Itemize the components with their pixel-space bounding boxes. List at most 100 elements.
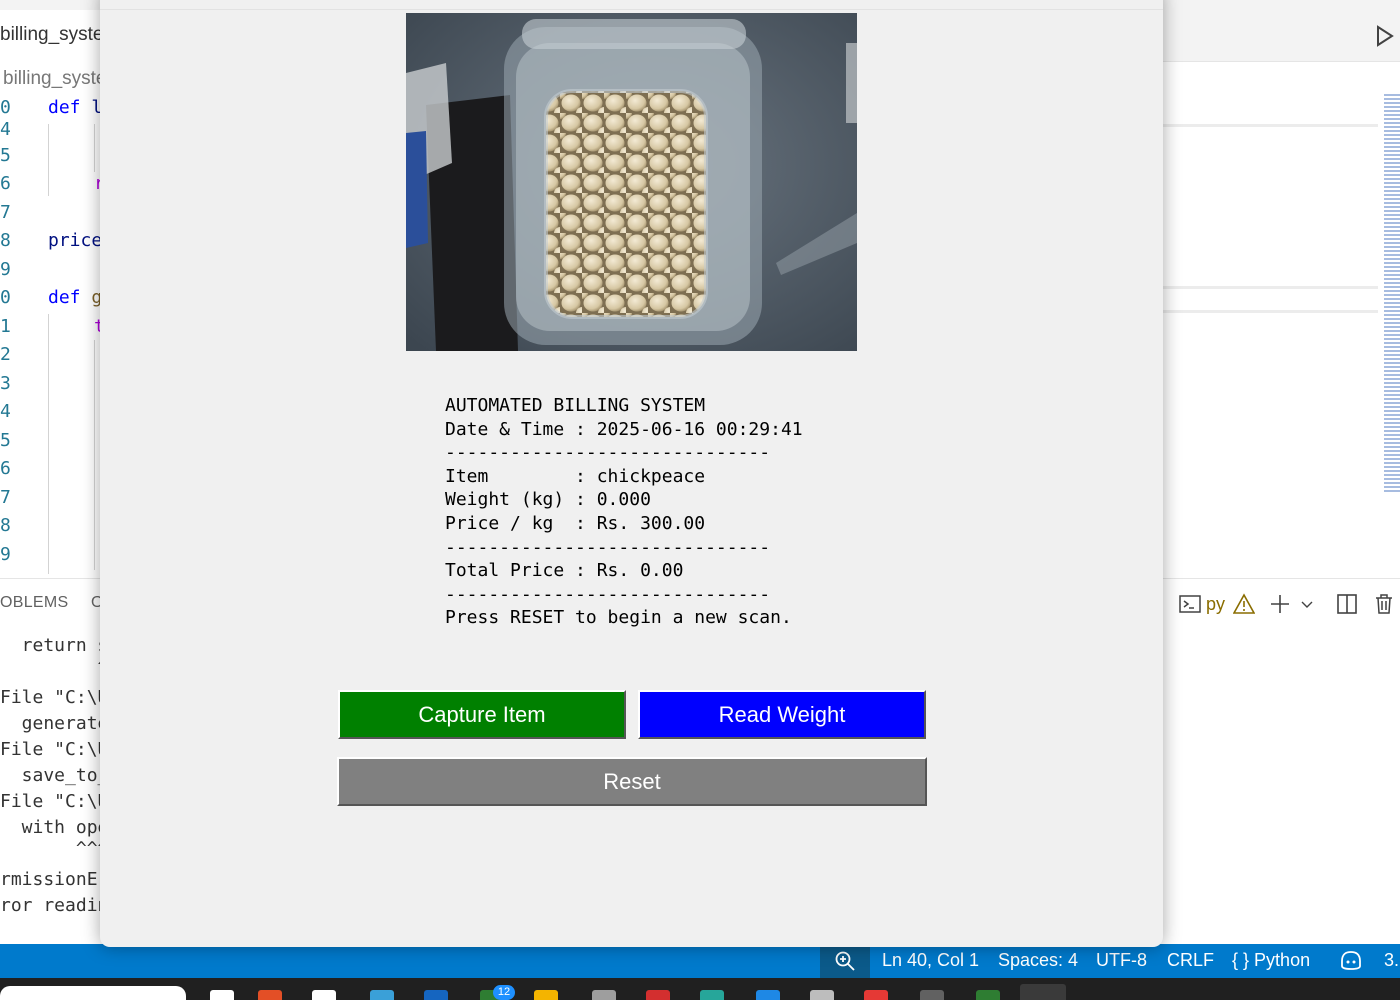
notification-badge: 12 bbox=[493, 985, 515, 1000]
braces-icon: { } bbox=[1232, 950, 1250, 970]
receipt-footer: Press RESET to begin a new scan. bbox=[445, 607, 792, 629]
encoding-status[interactable]: UTF-8 bbox=[1096, 950, 1147, 971]
line-number: 1 bbox=[0, 315, 11, 337]
code-line: t bbox=[48, 313, 105, 342]
terminal-line: File "C:\U bbox=[0, 791, 109, 812]
code-line: price bbox=[48, 227, 105, 256]
zoom-status[interactable] bbox=[820, 944, 870, 978]
keyword: def bbox=[48, 287, 92, 308]
receipt-separator: ------------------------------ bbox=[445, 536, 771, 558]
terminal-line: File "C:\U bbox=[0, 687, 109, 708]
vscode-icon[interactable] bbox=[756, 990, 780, 1000]
taskbar bbox=[0, 978, 1400, 1000]
app-icon[interactable] bbox=[312, 990, 336, 1000]
receipt-title: AUTOMATED BILLING SYSTEM bbox=[445, 395, 706, 416]
receipt-separator: ------------------------------ bbox=[445, 442, 771, 464]
identifier: price bbox=[48, 230, 103, 251]
code-line: def g bbox=[48, 284, 105, 313]
indent-guide bbox=[94, 340, 95, 570]
line-number: 6 bbox=[0, 173, 11, 194]
line-number: 6 bbox=[0, 458, 11, 479]
window-title-strip bbox=[100, 0, 1163, 10]
indent-guide bbox=[48, 124, 49, 196]
taskbar-search[interactable] bbox=[0, 986, 186, 1000]
terminal-line: ^ bbox=[0, 656, 109, 677]
chickpea-container-photo bbox=[406, 13, 857, 351]
line-number: 7 bbox=[0, 486, 11, 508]
code-line: def l bbox=[48, 94, 105, 123]
chevron-down-icon[interactable] bbox=[1301, 593, 1313, 615]
trash-icon[interactable] bbox=[1373, 593, 1395, 615]
capture-item-button[interactable]: Capture Item bbox=[338, 690, 626, 739]
line-number-gutter: 0 4 5 6 7 8 9 0 1 2 3 4 5 6 7 8 9 bbox=[0, 94, 11, 569]
editor-highlight-line bbox=[1163, 286, 1378, 289]
app-icon[interactable] bbox=[370, 990, 394, 1000]
panel-toolbar: py bbox=[1178, 590, 1395, 618]
line-number: 2 bbox=[0, 344, 11, 365]
terminal-line: ror readin bbox=[0, 895, 109, 916]
app-icon[interactable] bbox=[920, 990, 944, 1000]
folder-icon[interactable] bbox=[534, 990, 558, 1000]
language-mode[interactable]: { } Python bbox=[1232, 950, 1310, 971]
line-number: 0 bbox=[0, 287, 11, 308]
warning-icon[interactable] bbox=[1233, 593, 1256, 615]
line-number: 8 bbox=[0, 230, 11, 251]
receipt-datetime: Date & Time : 2025-06-16 00:29:41 bbox=[445, 418, 803, 440]
indent-guide bbox=[48, 314, 49, 574]
line-number: 4 bbox=[0, 401, 11, 422]
identifier: t bbox=[48, 316, 105, 337]
identifier: r bbox=[48, 173, 105, 194]
split-terminal-icon[interactable] bbox=[1335, 593, 1359, 615]
receipt-item: Item : chickpeace bbox=[445, 465, 706, 487]
read-weight-button[interactable]: Read Weight bbox=[638, 690, 926, 739]
zoom-icon bbox=[835, 951, 855, 971]
bill-receipt: AUTOMATED BILLING SYSTEM Date & Time : 2… bbox=[445, 394, 803, 630]
terminal-line: generate bbox=[0, 713, 109, 734]
line-number: 5 bbox=[0, 429, 11, 451]
editor-highlight-line bbox=[1163, 310, 1378, 313]
eol-status[interactable]: CRLF bbox=[1167, 950, 1214, 971]
run-icon[interactable] bbox=[1374, 24, 1396, 48]
terminal-output[interactable]: return s ^ File "C:\U generate File "C:\… bbox=[0, 633, 108, 919]
active-app-icon[interactable] bbox=[1020, 984, 1066, 1000]
line-number: 3 bbox=[0, 372, 11, 394]
app-icon[interactable] bbox=[700, 990, 724, 1000]
app-icon[interactable] bbox=[424, 990, 448, 1000]
add-terminal-icon[interactable] bbox=[1269, 593, 1293, 615]
line-number: 7 bbox=[0, 201, 11, 223]
indentation-status[interactable]: Spaces: 4 bbox=[998, 950, 1078, 971]
minimap[interactable] bbox=[1384, 94, 1400, 494]
editor-tab[interactable]: billing_system bbox=[0, 10, 100, 62]
line-number: 4 bbox=[0, 118, 11, 140]
line-number: 8 bbox=[0, 515, 11, 536]
app-icon[interactable] bbox=[646, 990, 670, 1000]
terminal-selector[interactable]: py bbox=[1178, 593, 1225, 615]
receipt-price-per-kg: Price / kg : Rs. 300.00 bbox=[445, 512, 706, 534]
copilot-icon[interactable] bbox=[1339, 949, 1363, 971]
app-icon[interactable] bbox=[976, 990, 1000, 1000]
app-icon[interactable] bbox=[258, 990, 282, 1000]
cursor-position[interactable]: Ln 40, Col 1 bbox=[882, 950, 979, 971]
status-bar: Ln 40, Col 1 Spaces: 4 UTF-8 CRLF { } Py… bbox=[0, 944, 1400, 978]
app-icon[interactable] bbox=[810, 990, 834, 1000]
terminal-line: save_to_ bbox=[0, 765, 109, 786]
app-icon[interactable] bbox=[210, 990, 234, 1000]
app-icon[interactable] bbox=[592, 990, 616, 1000]
code-editor[interactable]: def l r price def g t bbox=[48, 94, 105, 341]
app-icon[interactable] bbox=[864, 990, 888, 1000]
terminal-line: rmissionEr bbox=[0, 869, 109, 890]
reset-button[interactable]: Reset bbox=[337, 757, 927, 806]
python-version[interactable]: 3. bbox=[1384, 950, 1399, 971]
tab-problems[interactable]: OBLEMS bbox=[0, 594, 69, 612]
receipt-total: Total Price : Rs. 0.00 bbox=[445, 560, 684, 582]
line-number: 9 bbox=[0, 258, 11, 280]
billing-app-window: AUTOMATED BILLING SYSTEM Date & Time : 2… bbox=[100, 0, 1163, 947]
line-number: 5 bbox=[0, 144, 11, 166]
terminal-icon bbox=[1179, 595, 1201, 613]
indent-guide bbox=[94, 124, 95, 172]
receipt-weight: Weight (kg) : 0.000 bbox=[445, 489, 651, 511]
